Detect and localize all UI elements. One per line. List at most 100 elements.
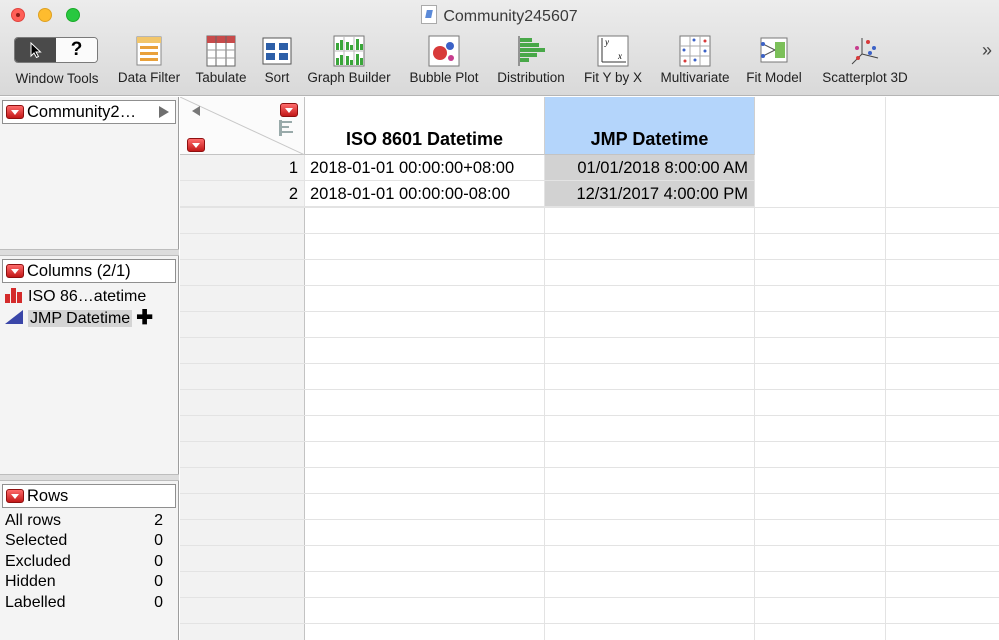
- column-header-iso-8601[interactable]: ISO 8601 Datetime: [305, 97, 545, 155]
- toolbar-label: Scatterplot 3D: [822, 70, 908, 85]
- grid-line: [180, 285, 999, 286]
- bubble-plot-icon: [427, 34, 461, 68]
- column-item-label: ISO 86…atetime: [28, 288, 147, 305]
- toolbar-label: Tabulate: [195, 70, 247, 85]
- continuous-triangle-icon: [4, 309, 24, 325]
- toolbar-label: Distribution: [497, 70, 565, 85]
- toolbar-label: Sort: [264, 70, 290, 85]
- toolbar-graph-builder[interactable]: Graph Builder: [302, 34, 396, 86]
- grid-line: [180, 571, 999, 572]
- column-header-label: JMP Datetime: [590, 129, 709, 149]
- grid-line: [180, 233, 999, 234]
- rows-stat-selected: Selected 0: [5, 531, 163, 551]
- toolbar-label: Window Tools: [15, 71, 99, 86]
- grid-line: [885, 97, 886, 640]
- column-item-jmp-datetime[interactable]: JMP Datetime ✚: [4, 308, 153, 329]
- panel-divider[interactable]: [0, 249, 179, 256]
- rows-stat-value: 0: [154, 532, 163, 549]
- row-red-triangle-icon[interactable]: [187, 138, 205, 152]
- toolbar-label: Graph Builder: [307, 70, 391, 85]
- toolbar-data-filter[interactable]: Data Filter: [111, 34, 187, 86]
- toolbar-fit-y-by-x[interactable]: y x Fit Y by X: [577, 34, 649, 86]
- column-red-triangle-icon[interactable]: [280, 103, 298, 117]
- rows-stat-excluded: Excluded 0: [5, 552, 163, 572]
- grid-line: [180, 311, 999, 312]
- grid-line: [180, 415, 999, 416]
- toolbar-label: Fit Model: [746, 70, 802, 85]
- sort-icon: [261, 34, 293, 68]
- toolbar-multivariate[interactable]: Multivariate: [654, 34, 736, 86]
- grid-line: [180, 259, 999, 260]
- toolbar-overflow-button[interactable]: »: [982, 40, 992, 61]
- graph-builder-icon: [332, 34, 366, 68]
- grid-line: [180, 519, 999, 520]
- rows-stat-all: All rows 2: [5, 511, 163, 531]
- row-number[interactable]: 2: [180, 181, 305, 207]
- rows-stat-hidden: Hidden 0: [5, 572, 163, 592]
- svg-text:y: y: [604, 37, 609, 47]
- table-panel-title: Community2…: [27, 103, 137, 121]
- window-title-bar: Community245607: [0, 5, 999, 27]
- column-item-label: JMP Datetime: [28, 310, 133, 327]
- rows-stat-label: Hidden: [5, 573, 56, 590]
- rows-stat-label: Labelled: [5, 594, 66, 611]
- svg-text:x: x: [617, 51, 622, 61]
- toolbar-distribution[interactable]: Distribution: [490, 34, 572, 86]
- fit-y-by-x-icon: y x: [596, 34, 630, 68]
- red-triangle-menu-icon[interactable]: [6, 105, 24, 119]
- rows-stat-labelled: Labelled 0: [5, 593, 163, 613]
- rows-panel-title: Rows: [27, 487, 69, 505]
- collapse-left-icon[interactable]: [180, 97, 190, 117]
- plus-icon: ✚: [136, 307, 153, 329]
- toolbar-window-tools[interactable]: Window Tools: [8, 71, 106, 87]
- toolbar-fit-model[interactable]: Fit Model: [741, 34, 807, 86]
- multivariate-icon: [678, 34, 712, 68]
- fit-model-icon: [757, 34, 791, 68]
- distribution-icon: [516, 34, 546, 68]
- scatterplot-3d-icon: [848, 34, 882, 68]
- toolbar-tabulate[interactable]: Tabulate: [191, 34, 251, 86]
- table-cell[interactable]: 12/31/2017 4:00:00 PM: [545, 181, 755, 207]
- left-panels: Community2… Columns (2/1) ISO 86…atetime…: [0, 97, 179, 640]
- grid-corner[interactable]: [180, 97, 305, 155]
- column-header-jmp-datetime[interactable]: JMP Datetime: [545, 97, 755, 155]
- toolbar-scatterplot-3d[interactable]: Scatterplot 3D: [813, 34, 917, 86]
- toolbar-bubble-plot[interactable]: Bubble Plot: [403, 34, 485, 86]
- help-tool-icon[interactable]: ?: [56, 38, 97, 62]
- toolbar-sort[interactable]: Sort: [256, 34, 298, 86]
- rows-panel-header[interactable]: Rows: [2, 484, 176, 508]
- table-cell[interactable]: 2018-01-01 00:00:00+08:00: [305, 155, 545, 181]
- window-tools-toggle[interactable]: ?: [14, 37, 98, 63]
- toolbar-label: Bubble Plot: [409, 70, 479, 85]
- toolbar-label: Data Filter: [117, 70, 181, 85]
- row-number[interactable]: 1: [180, 155, 305, 181]
- window-title: Community245607: [443, 8, 578, 25]
- panel-divider[interactable]: [0, 474, 179, 481]
- grid-line: [180, 441, 999, 442]
- rows-stat-value: 0: [154, 594, 163, 611]
- columns-panel-header[interactable]: Columns (2/1): [2, 259, 176, 283]
- grid-line: [180, 493, 999, 494]
- tabulate-icon: [205, 34, 237, 68]
- table-cell[interactable]: 01/01/2018 8:00:00 AM: [545, 155, 755, 181]
- grid-line: [180, 545, 999, 546]
- toolbar-label: Fit Y by X: [583, 70, 643, 85]
- grid-line: [180, 623, 999, 624]
- rows-stat-value: 0: [154, 573, 163, 590]
- window-chrome: Community245607 ? Window Tools Data Filt…: [0, 0, 999, 96]
- run-script-icon[interactable]: [159, 106, 169, 118]
- data-table-doc-icon: [421, 5, 438, 24]
- rows-stat-value: 0: [154, 553, 163, 570]
- grid-line: [180, 207, 999, 208]
- column-header-label: ISO 8601 Datetime: [345, 129, 504, 149]
- table-cell[interactable]: 2018-01-01 00:00:00-08:00: [305, 181, 545, 207]
- column-item-iso-8601[interactable]: ISO 86…atetime: [4, 286, 146, 307]
- grid-line: [180, 337, 999, 338]
- red-triangle-menu-icon[interactable]: [6, 264, 24, 278]
- grid-line: [180, 389, 999, 390]
- toolbar-label: Multivariate: [660, 70, 730, 85]
- rows-stat-label: Selected: [5, 532, 68, 549]
- arrow-tool-icon[interactable]: [15, 38, 56, 62]
- red-triangle-menu-icon[interactable]: [6, 489, 24, 503]
- table-panel-header[interactable]: Community2…: [2, 100, 176, 124]
